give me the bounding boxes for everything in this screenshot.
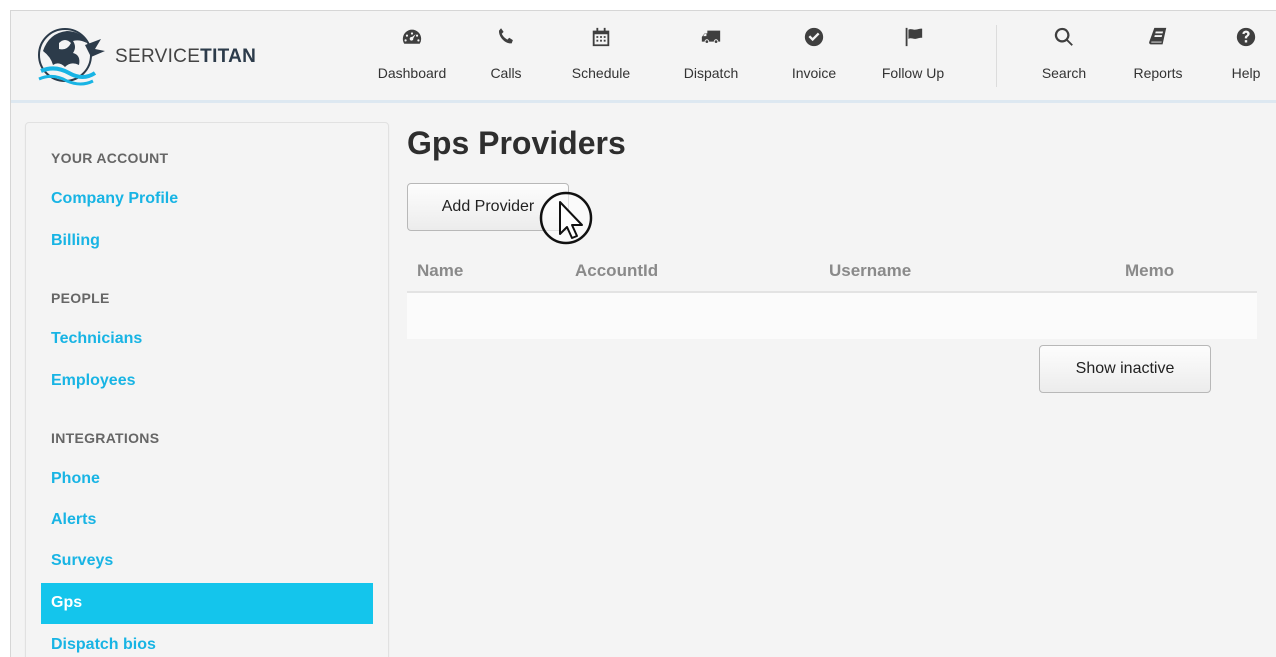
book-icon <box>1149 27 1167 45</box>
calendar-icon <box>592 27 610 47</box>
nav-label: Schedule <box>571 65 631 81</box>
sidebar-item-employees[interactable]: Employees <box>51 372 135 390</box>
page-title: Gps Providers <box>407 125 626 161</box>
nav-invoice[interactable]: Invoice <box>779 25 849 91</box>
nav-reports[interactable]: Reports <box>1123 25 1193 91</box>
sidebar-item-surveys[interactable]: Surveys <box>51 552 113 570</box>
check-circle-icon <box>804 27 824 47</box>
nav-calls[interactable]: Calls <box>481 25 531 91</box>
sidebar-item-company-profile[interactable]: Company Profile <box>51 190 178 208</box>
section-heading-your-account: YOUR ACCOUNT <box>51 150 169 166</box>
section-heading-people: PEOPLE <box>51 290 110 306</box>
sidebar-item-dispatch-bios[interactable]: Dispatch bios <box>51 636 156 654</box>
nav-label: Calls <box>490 65 522 81</box>
section-heading-integrations: INTEGRATIONS <box>51 430 160 446</box>
sidebar-item-alerts[interactable]: Alerts <box>51 511 96 529</box>
search-icon <box>1054 27 1073 46</box>
nav-label: Dashboard <box>377 65 447 81</box>
phone-icon <box>498 28 513 44</box>
nav-dispatch[interactable]: Dispatch <box>671 25 751 91</box>
sidebar-item-label: Gps <box>51 594 83 611</box>
nav-help[interactable]: Help <box>1221 25 1271 91</box>
sidebar-item-billing[interactable]: Billing <box>51 232 100 250</box>
column-header-username[interactable]: Username <box>829 261 911 281</box>
nav-label: Dispatch <box>683 65 739 81</box>
column-header-memo[interactable]: Memo <box>1125 261 1174 281</box>
question-circle-icon <box>1236 27 1256 47</box>
table-empty-body <box>407 293 1257 339</box>
flag-icon <box>905 27 923 47</box>
app-window: SERVICETITAN Dashboard Calls Schedule Di… <box>10 10 1276 657</box>
nav-follow-up[interactable]: Follow Up <box>873 25 953 91</box>
sidebar-item-gps-active[interactable]: Gps <box>41 583 373 624</box>
show-inactive-button[interactable]: Show inactive <box>1039 345 1211 393</box>
nav-label: Help <box>1231 65 1261 81</box>
nav-schedule[interactable]: Schedule <box>561 25 641 91</box>
brand-logo[interactable]: SERVICETITAN <box>29 21 256 93</box>
add-provider-button[interactable]: Add Provider <box>407 183 569 231</box>
column-header-name[interactable]: Name <box>417 261 463 281</box>
nav-label: Reports <box>1133 65 1183 81</box>
brand-name: SERVICETITAN <box>115 46 257 67</box>
column-header-accountid[interactable]: AccountId <box>575 261 658 281</box>
nav-label: Follow Up <box>881 65 945 81</box>
sidebar-item-phone[interactable]: Phone <box>51 470 100 488</box>
nav-dashboard[interactable]: Dashboard <box>367 25 457 91</box>
truck-icon <box>701 30 721 43</box>
nav-divider <box>996 25 997 87</box>
top-navbar: SERVICETITAN Dashboard Calls Schedule Di… <box>11 11 1276 103</box>
sidebar-item-technicians[interactable]: Technicians <box>51 330 142 348</box>
dashboard-gauge-icon <box>402 29 422 44</box>
nav-label: Invoice <box>791 65 837 81</box>
titan-logo-icon <box>38 28 105 86</box>
nav-search[interactable]: Search <box>1029 25 1099 91</box>
nav-label: Search <box>1041 65 1087 81</box>
